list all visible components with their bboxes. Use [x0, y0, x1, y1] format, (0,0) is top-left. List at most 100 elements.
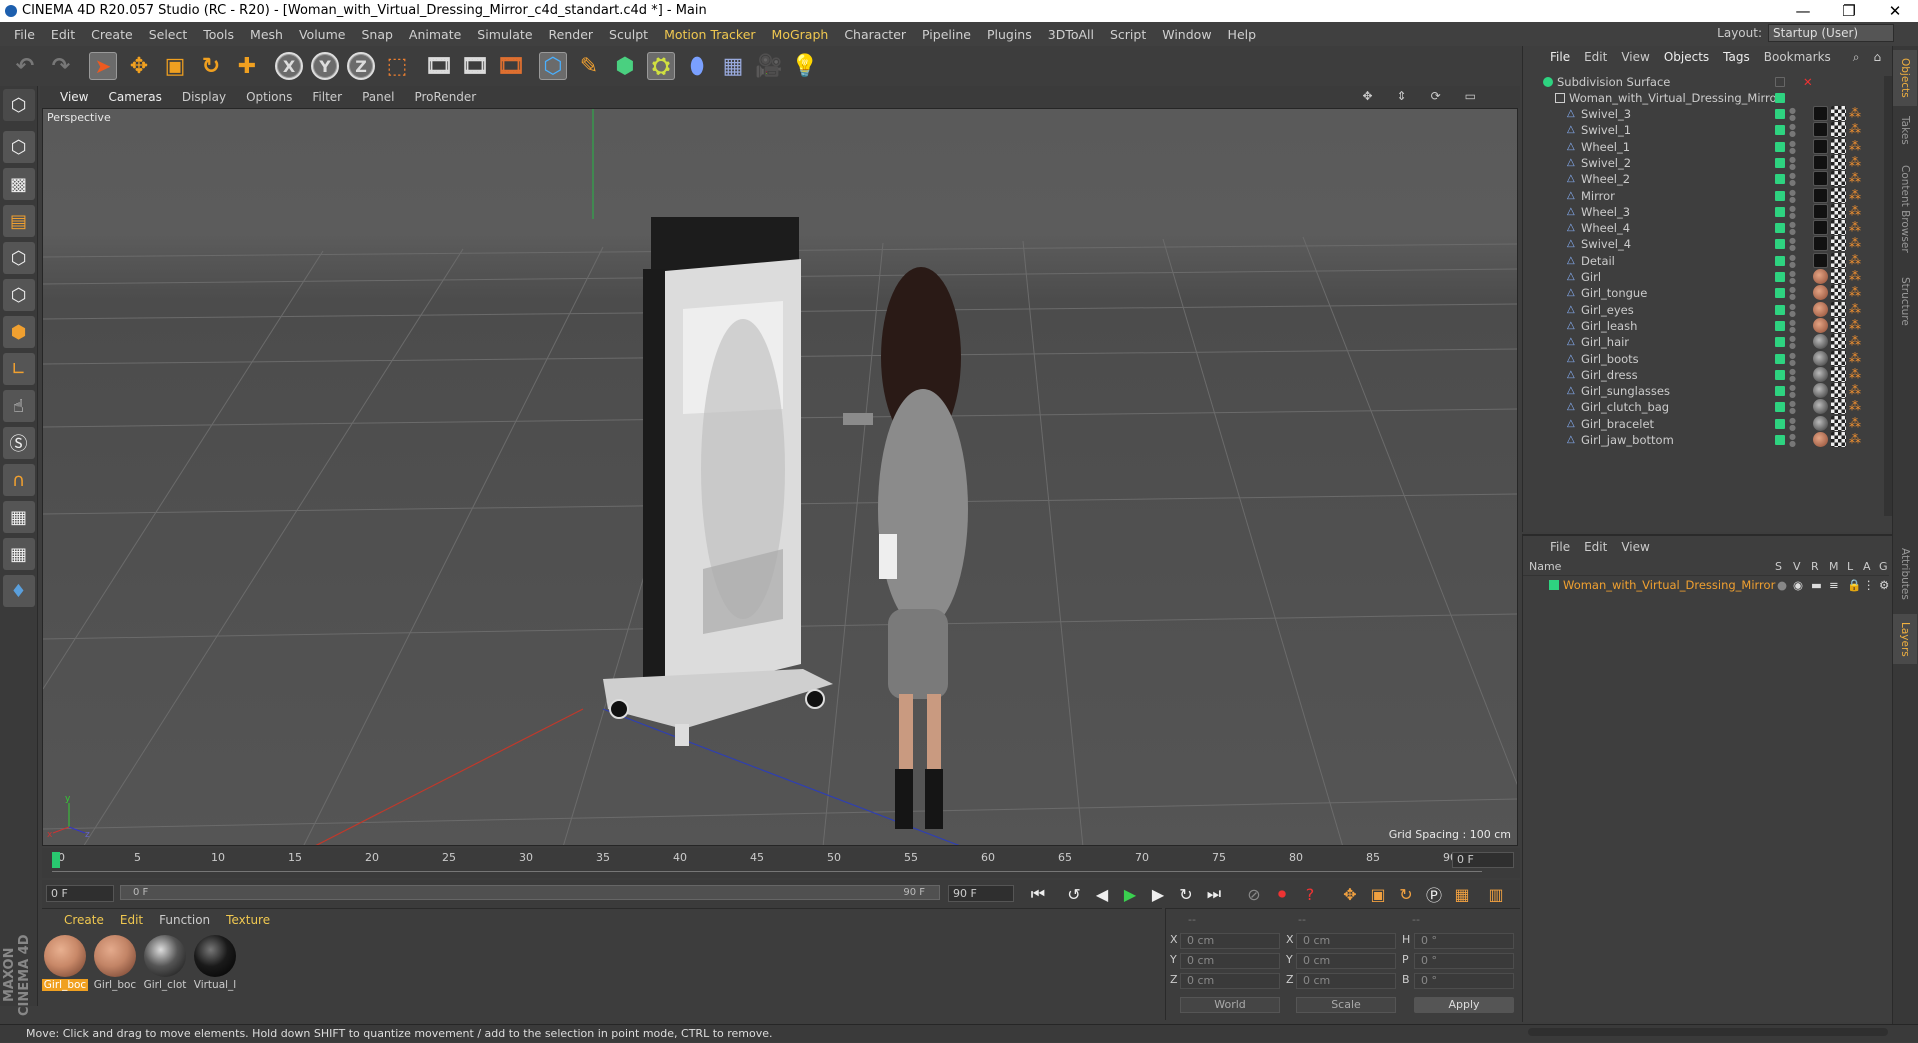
visibility-toggle-icon[interactable]: ● ● [1789, 237, 1796, 252]
layer-color-dot[interactable] [1775, 418, 1785, 429]
layer-visible-icon[interactable]: ◉ [1793, 576, 1803, 594]
material-tag-icon[interactable] [1813, 432, 1828, 447]
visibility-toggle-icon[interactable]: ● ● [1789, 221, 1796, 236]
material-tag-icon[interactable] [1813, 350, 1828, 366]
phong-tag-icon[interactable]: ⁂ [1849, 383, 1864, 398]
material-tag-icon[interactable] [1813, 236, 1828, 252]
phong-tag-icon[interactable]: ⁂ [1849, 367, 1864, 382]
camera-icon[interactable]: 🎥 [752, 49, 786, 83]
material-tag-icon[interactable] [1813, 383, 1828, 399]
menu-tools[interactable]: Tools [195, 27, 242, 42]
material-tag-icon[interactable] [1813, 317, 1828, 333]
uvw-tag-icon[interactable] [1831, 415, 1846, 431]
layer-color-dot[interactable] [1775, 93, 1785, 103]
material-swatch[interactable]: Girl_clot [142, 935, 188, 991]
uvw-tag-icon[interactable] [1831, 383, 1846, 399]
layer-lock-icon[interactable]: 🔒 [1847, 576, 1861, 594]
layers-menu-edit[interactable]: Edit [1577, 540, 1614, 554]
size-z-field[interactable]: 0 cm [1296, 973, 1396, 989]
layer-color-dot[interactable] [1775, 288, 1785, 299]
solo-icon[interactable]: Ⓢ [2, 427, 35, 459]
layer-color-dot[interactable] [1775, 141, 1785, 152]
material-swatch[interactable]: Virtual_l [192, 935, 238, 991]
cloner-icon[interactable]: ⛭ [644, 49, 678, 83]
tab-content-browser[interactable]: Content Browser [1893, 154, 1917, 264]
next-frame-icon[interactable]: ▶ [1146, 882, 1170, 906]
snap-icon[interactable]: ∩ [2, 464, 35, 496]
layer-color-dot[interactable] [1775, 239, 1785, 250]
start-frame-field[interactable]: 0 F [46, 885, 114, 902]
viewport-menu-prorender[interactable]: ProRender [404, 90, 486, 104]
visibility-toggle-icon[interactable]: ● ● [1789, 139, 1796, 154]
uvw-tag-icon[interactable] [1831, 350, 1846, 366]
texture-mode-icon[interactable]: ▩ [2, 168, 35, 200]
layer-color-dot[interactable] [1775, 223, 1785, 234]
axis-mode-icon[interactable]: ∟ [2, 353, 35, 385]
maximize-view-icon[interactable]: ▭ [1455, 89, 1486, 103]
visibility-toggle-icon[interactable]: ● ● [1789, 270, 1796, 285]
minimize-button[interactable]: — [1780, 0, 1826, 22]
coord-system-icon[interactable]: ⬚ [380, 49, 414, 83]
move-view-icon[interactable]: ✥ [1352, 89, 1382, 103]
visibility-toggle-icon[interactable]: ● ● [1789, 155, 1796, 170]
menu-snap[interactable]: Snap [353, 27, 400, 42]
phong-tag-icon[interactable]: ⁂ [1849, 351, 1864, 366]
scale-icon[interactable]: ▣ [158, 49, 192, 83]
visibility-toggle-icon[interactable]: ● ● [1789, 107, 1796, 122]
position-x-field[interactable]: 0 cm [1180, 933, 1280, 949]
uvw-tag-icon[interactable] [1831, 317, 1846, 333]
menu-3dtoall[interactable]: 3DToAll [1040, 27, 1102, 42]
visibility-toggle-icon[interactable]: ● ● [1789, 253, 1796, 268]
visibility-toggle-icon[interactable]: ● ● [1789, 384, 1796, 399]
uvw-tag-icon[interactable] [1831, 187, 1846, 203]
material-tag-icon[interactable] [1813, 106, 1828, 121]
key-rotation-icon[interactable]: ↻ [1394, 882, 1418, 906]
viewport-menu-panel[interactable]: Panel [352, 90, 404, 104]
phong-tag-icon[interactable]: ⁂ [1849, 139, 1864, 154]
key-pla-icon[interactable]: ▦ [1450, 882, 1474, 906]
layer-horizontal-scrollbar[interactable] [1528, 1028, 1888, 1036]
undo-icon[interactable]: ↶ [8, 49, 42, 83]
timeline-ruler[interactable]: 0 5 10 15 20 25 30 35 40 45 50 55 60 65 … [42, 848, 1520, 878]
rotate-view-icon[interactable]: ⟳ [1421, 89, 1451, 103]
uvw-tag-icon[interactable] [1831, 399, 1846, 415]
visibility-toggle-icon[interactable]: ● ● [1789, 172, 1796, 187]
coord-type-dropdown[interactable]: Scale [1296, 997, 1396, 1013]
menu-plugins[interactable]: Plugins [979, 27, 1040, 42]
viewport-menu-display[interactable]: Display [172, 90, 236, 104]
auto-key-icon[interactable]: ⏺ [1270, 882, 1294, 906]
menu-file[interactable]: File [6, 27, 43, 42]
make-editable-icon[interactable]: ⬡ [2, 89, 35, 121]
menu-sculpt[interactable]: Sculpt [601, 27, 656, 42]
phong-tag-icon[interactable]: ⁂ [1849, 122, 1864, 137]
zoom-view-icon[interactable]: ⇕ [1387, 89, 1417, 103]
key-param-icon[interactable]: Ⓟ [1422, 882, 1446, 906]
visibility-toggle-icon[interactable]: ● ● [1789, 400, 1796, 415]
layer-color-dot[interactable] [1775, 304, 1785, 315]
objects-menu-view[interactable]: View [1614, 50, 1656, 64]
uvw-tag-icon[interactable] [1831, 432, 1846, 447]
uvw-tag-icon[interactable] [1831, 203, 1846, 219]
visibility-toggle-icon[interactable]: ● ● [1789, 433, 1796, 448]
phong-tag-icon[interactable]: ⁂ [1849, 171, 1864, 186]
material-tag-icon[interactable] [1813, 203, 1828, 219]
menu-select[interactable]: Select [141, 27, 196, 42]
menu-window[interactable]: Window [1154, 27, 1219, 42]
uvw-tag-icon[interactable] [1831, 122, 1846, 138]
visibility-toggle-icon[interactable]: ● ● [1789, 416, 1796, 431]
move-icon[interactable]: ✥ [122, 49, 156, 83]
material-swatch[interactable]: Girl_boc [92, 935, 138, 991]
visibility-toggle-icon[interactable]: ● ● [1789, 188, 1796, 203]
polygons-mode-icon[interactable]: ⬢ [2, 316, 35, 348]
keyframe-selection-icon[interactable]: ? [1298, 882, 1322, 906]
x-axis-icon[interactable]: X [272, 49, 306, 83]
uvw-tag-icon[interactable] [1831, 334, 1846, 350]
uvw-tag-icon[interactable] [1831, 236, 1846, 252]
menu-volume[interactable]: Volume [291, 27, 354, 42]
layer-color-dot[interactable] [1775, 386, 1785, 397]
rotation-h-field[interactable]: 0 ° [1414, 933, 1514, 949]
phong-tag-icon[interactable]: ⁂ [1849, 334, 1864, 349]
edges-mode-icon[interactable]: ⬡ [2, 279, 35, 311]
layer-color-swatch[interactable] [1549, 580, 1559, 590]
objects-menu-tags[interactable]: Tags [1716, 50, 1757, 64]
